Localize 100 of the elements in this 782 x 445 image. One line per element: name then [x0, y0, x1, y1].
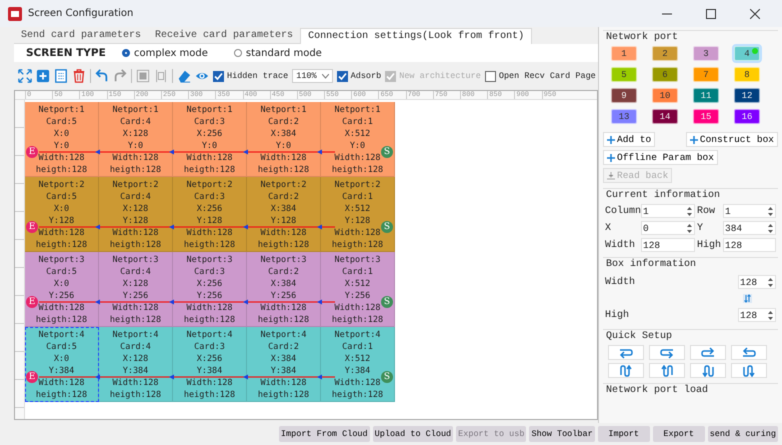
- network-port-swatch[interactable]: 9: [611, 88, 637, 103]
- horizontal-snake-button[interactable]: [608, 345, 644, 360]
- network-port-swatch[interactable]: 10: [652, 88, 678, 103]
- add-box-icon[interactable]: [36, 69, 50, 83]
- input-field[interactable]: 128: [738, 308, 776, 322]
- field-label: Row: [697, 206, 716, 216]
- vertical-snake-button[interactable]: [731, 363, 767, 378]
- network-port-swatch[interactable]: 14: [652, 109, 678, 124]
- tab[interactable]: Receive card parameters: [148, 28, 300, 44]
- receiving-card-cell[interactable]: Netport:4 Card:3 X:256 Y:384 Width:128 heigth:128: [173, 327, 247, 402]
- maximize-icon[interactable]: [706, 8, 716, 18]
- input-field[interactable]: 128: [641, 238, 695, 252]
- checkbox[interactable]: [213, 70, 224, 82]
- trash-icon[interactable]: [72, 69, 86, 83]
- snake-arrow-icon: [619, 346, 633, 358]
- snake-arrow-icon: [619, 364, 633, 376]
- checkbox[interactable]: [484, 70, 496, 82]
- action-button[interactable]: Show Toolbar: [529, 426, 595, 442]
- app-icon: [8, 6, 22, 20]
- network-port-swatch[interactable]: 5: [611, 67, 637, 82]
- input-field[interactable]: 384: [723, 221, 776, 235]
- field-label: Column: [605, 206, 639, 216]
- receiving-card-cell[interactable]: Netport:4 Card:4 X:128 Y:384 Width:128 heigth:128: [99, 327, 173, 402]
- receiving-card-cell[interactable]: Netport:3 Card:2 X:384 Y:256 Width:128 heigth:128: [247, 252, 321, 327]
- action-button[interactable]: Import From Cloud: [278, 426, 370, 442]
- spinner-icon[interactable]: [767, 310, 774, 320]
- checkbox-label[interactable]: Open Recv Card Page: [498, 71, 596, 81]
- input-field[interactable]: 0: [641, 221, 695, 235]
- radio-label[interactable]: standard mode: [246, 48, 322, 58]
- panel-button[interactable]: Add to: [603, 132, 656, 147]
- vertical-snake-button[interactable]: [690, 363, 726, 378]
- radio-button[interactable]: [234, 49, 242, 57]
- fit-icon[interactable]: [18, 69, 32, 83]
- network-port-swatch[interactable]: 3: [693, 46, 719, 61]
- network-port-swatch[interactable]: 6: [652, 67, 678, 82]
- field-label: X: [605, 222, 612, 234]
- radio-button[interactable]: [122, 49, 130, 57]
- checkbox[interactable]: [336, 70, 348, 82]
- group-title: Current information: [605, 189, 722, 203]
- radio-label[interactable]: complex mode: [134, 48, 208, 58]
- receiving-card-cell[interactable]: Netport:1 Card:4 X:128 Y:0 Width:128 heigth:128: [99, 102, 173, 177]
- vertical-snake-button[interactable]: [608, 363, 644, 378]
- close-icon[interactable]: [750, 8, 760, 18]
- tab[interactable]: Connection settings(Look from front): [300, 28, 532, 44]
- undo-icon[interactable]: [95, 69, 109, 83]
- panel-button[interactable]: Construct box: [686, 132, 778, 147]
- receiving-card-cell[interactable]: Netport:3 Card:4 X:128 Y:256 Width:128 heigth:128: [99, 252, 173, 327]
- window-title: Screen Configuration: [28, 8, 134, 19]
- receiving-card-cell[interactable]: Netport:2 Card:4 X:128 Y:128 Width:128 heigth:128: [99, 177, 173, 252]
- action-button[interactable]: send & curing: [708, 426, 778, 442]
- action-button[interactable]: Import: [598, 426, 650, 442]
- tab[interactable]: Send card parameters: [14, 28, 148, 44]
- horizontal-snake-button[interactable]: [731, 345, 767, 360]
- group-title: Quick Setup: [605, 330, 674, 344]
- eraser-icon[interactable]: [177, 69, 191, 83]
- network-port-swatch[interactable]: 4: [734, 46, 760, 61]
- receiving-card-cell[interactable]: Netport:1 Card:3 X:256 Y:0 Width:128 heigth:128: [173, 102, 247, 177]
- receiving-card-cell[interactable]: Netport:3 Card:3 X:256 Y:256 Width:128 heigth:128: [173, 252, 247, 327]
- network-port-swatch[interactable]: 1: [611, 46, 637, 61]
- input-field[interactable]: 128: [723, 238, 776, 252]
- snake-arrow-icon: [742, 346, 756, 358]
- zoom-dropdown[interactable]: 110%: [292, 69, 333, 83]
- field-label: Y: [697, 222, 704, 234]
- vertical-snake-button[interactable]: [649, 363, 685, 378]
- input-field[interactable]: 1: [641, 204, 695, 218]
- network-port-swatch[interactable]: 7: [693, 67, 719, 82]
- grid-icon[interactable]: [54, 69, 68, 83]
- horizontal-snake-button[interactable]: [690, 345, 726, 360]
- spinner-icon[interactable]: [686, 206, 693, 216]
- snake-arrow-icon: [701, 364, 715, 376]
- horizontal-snake-button[interactable]: [649, 345, 685, 360]
- swap-icon[interactable]: [743, 294, 752, 303]
- group-title: Box information: [605, 258, 698, 272]
- network-port-swatch[interactable]: 11: [693, 88, 719, 103]
- panel-button[interactable]: Offline Param box: [603, 150, 718, 165]
- checkbox-label[interactable]: Hidden trace: [227, 71, 288, 81]
- group-title: Network port: [605, 31, 680, 45]
- receiving-card-cell[interactable]: Netport:4 Card:2 X:384 Y:384 Width:128 heigth:128: [247, 327, 321, 402]
- spinner-icon[interactable]: [767, 206, 774, 216]
- checkbox-label[interactable]: Adsorb: [350, 71, 382, 81]
- network-port-swatch[interactable]: 13: [611, 109, 637, 124]
- action-button[interactable]: Upload to Cloud: [372, 426, 454, 442]
- spinner-icon[interactable]: [767, 222, 774, 234]
- spinner-icon[interactable]: [767, 276, 774, 288]
- snake-arrow-icon: [742, 364, 756, 376]
- receiving-card-cell[interactable]: Netport:1 Card:2 X:384 Y:0 Width:128 heigth:128: [247, 102, 321, 177]
- input-field[interactable]: 1: [723, 204, 776, 218]
- network-port-swatch[interactable]: 2: [652, 46, 678, 61]
- receiving-card-cell[interactable]: Netport:2 Card:2 X:384 Y:128 Width:128 heigth:128: [247, 177, 321, 252]
- field-label: Width: [605, 240, 636, 250]
- download-icon: [607, 172, 615, 180]
- network-port-swatch[interactable]: 8: [734, 67, 760, 82]
- network-port-swatch[interactable]: 16: [734, 109, 760, 124]
- action-button[interactable]: Export: [652, 426, 705, 442]
- snake-arrow-icon: [660, 346, 674, 358]
- receiving-card-cell[interactable]: Netport:2 Card:3 X:256 Y:128 Width:128 heigth:128: [173, 177, 247, 252]
- input-field[interactable]: 128: [738, 275, 776, 289]
- network-port-swatch[interactable]: 12: [734, 88, 760, 103]
- check-icon: [338, 72, 347, 80]
- spinner-icon[interactable]: [686, 222, 693, 234]
